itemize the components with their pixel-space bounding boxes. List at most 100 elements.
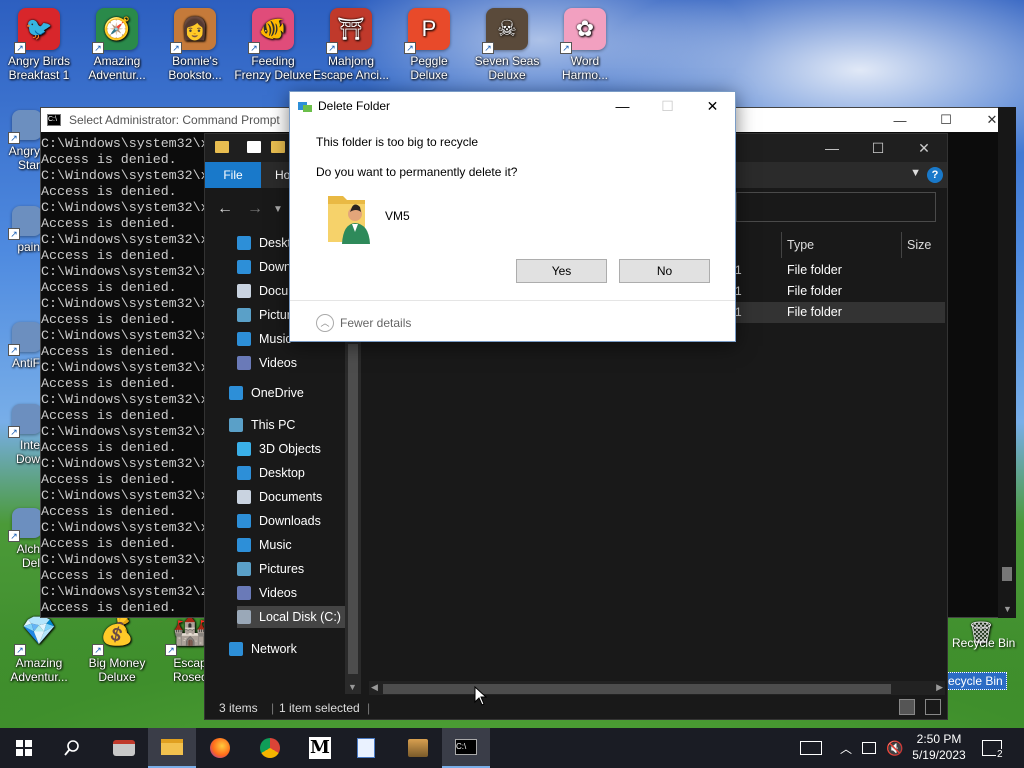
no-button[interactable]: No xyxy=(619,259,710,283)
nav-item[interactable]: Deskt xyxy=(237,232,291,254)
minimize-button[interactable]: — xyxy=(877,108,923,132)
desktop-shortcut[interactable]: 🧭 ↗ Amazing Adventur... xyxy=(78,8,156,82)
minimize-button[interactable]: — xyxy=(600,92,645,120)
nav-item-label: Down xyxy=(259,260,291,274)
desktop-shortcut[interactable]: 👩 ↗ Bonnie's Booksto... xyxy=(156,8,234,82)
chevron-up-icon[interactable]: ︿ xyxy=(316,314,334,332)
windows-start-icon[interactable] xyxy=(0,728,48,768)
scroll-down-arrow-icon[interactable]: ▼ xyxy=(1003,604,1012,614)
cmd-scroll-thumb[interactable] xyxy=(1002,567,1012,581)
nav-item[interactable]: 3D Objects xyxy=(237,438,321,460)
nav-item[interactable]: Videos xyxy=(237,582,297,604)
date-fragment: 1 xyxy=(735,305,742,319)
dialog-title-bar[interactable]: Delete Folder — ☐ ✕ xyxy=(290,92,735,120)
desktop-shortcut[interactable]: 💎 ↗ Amazing Adventur... xyxy=(0,610,78,685)
cmd-output-line: Access is denied. xyxy=(41,504,177,519)
new-folder-icon[interactable] xyxy=(271,141,285,153)
fewer-details-link[interactable]: Fewer details xyxy=(340,316,411,330)
nav-scroll-thumb[interactable] xyxy=(348,344,358,674)
nav-item[interactable]: Music xyxy=(237,534,292,556)
column-type[interactable]: Type xyxy=(787,232,814,258)
nav-item[interactable]: Music xyxy=(237,328,292,350)
search-box[interactable] xyxy=(736,192,936,222)
file-explorer-icon[interactable] xyxy=(148,728,196,768)
chevron-down-icon[interactable]: ▼ xyxy=(910,167,921,179)
shortcut-arrow-icon: ↗ xyxy=(248,42,260,54)
hscroll-thumb[interactable] xyxy=(383,684,891,694)
news-icon[interactable] xyxy=(800,728,822,768)
chevron-up-icon[interactable]: ︿ xyxy=(840,728,852,768)
cmd-prompt-line: C:\Windows\system32\x xyxy=(41,168,209,183)
angry-birds-star-icon: ↗ xyxy=(8,110,42,144)
nav-item[interactable]: Pictures xyxy=(237,558,304,580)
notepad-icon[interactable] xyxy=(342,728,390,768)
desktop-shortcut[interactable]: P ↗ Peggle Deluxe xyxy=(390,8,468,82)
details-view-icon[interactable] xyxy=(899,699,915,715)
network-icon[interactable] xyxy=(862,728,876,768)
cmd-prompt-line: C:\Windows\system32\x xyxy=(41,488,209,503)
recent-locations-icon[interactable]: ▼ xyxy=(273,204,283,215)
file-type: File folder xyxy=(787,305,842,319)
desktop-shortcut[interactable]: 💰 ↗ Big Money Deluxe xyxy=(78,610,156,685)
file-tab[interactable]: File xyxy=(205,162,261,188)
nav-item[interactable]: Downloads xyxy=(237,510,321,532)
desktop-shortcut[interactable]: ☠ ↗ Seven Seas Deluxe xyxy=(468,8,546,82)
nav-item-icon xyxy=(229,386,243,400)
cmd-output[interactable]: C:\Windows\system32\x Access is denied. C:… xyxy=(41,136,211,616)
help-icon[interactable]: ? xyxy=(927,167,943,183)
properties-icon[interactable] xyxy=(247,141,261,153)
nav-item[interactable]: Videos xyxy=(237,352,297,374)
cmd-prompt-line: C:\Windows\system32\z xyxy=(41,584,209,599)
nav-item[interactable]: Local Disk (C:) xyxy=(237,606,345,628)
nav-item[interactable]: Desktop xyxy=(237,462,305,484)
forward-arrow-icon[interactable]: → xyxy=(247,200,263,218)
scroll-down-arrow-icon[interactable]: ▼ xyxy=(348,682,357,692)
clock-time: 2:50 PM xyxy=(916,732,962,746)
chrome-icon[interactable] xyxy=(246,728,294,768)
large-icons-view-icon[interactable] xyxy=(925,699,941,715)
column-separator[interactable] xyxy=(901,232,902,258)
scroll-left-arrow-icon[interactable]: ◀ xyxy=(371,682,378,693)
nav-item[interactable]: Down xyxy=(237,256,291,278)
nav-item-label: Music xyxy=(259,332,292,346)
shortcut-arrow-icon: ↗ xyxy=(170,42,182,54)
maximize-button[interactable]: ☐ xyxy=(855,134,901,162)
back-arrow-icon[interactable]: ← xyxy=(217,200,233,218)
yes-button[interactable]: Yes xyxy=(516,259,607,283)
nav-item-icon xyxy=(237,442,251,456)
nav-item-label: Docu xyxy=(259,284,289,298)
scroll-right-arrow-icon[interactable]: ▶ xyxy=(936,682,943,693)
close-button[interactable]: ✕ xyxy=(901,134,947,162)
desktop-shortcut[interactable]: ✿ ↗ Word Harmo... xyxy=(546,8,624,82)
cmd-icon[interactable]: C:\ xyxy=(442,728,490,768)
winrar-icon[interactable] xyxy=(394,728,442,768)
search-icon[interactable] xyxy=(48,728,96,768)
nav-item[interactable]: This PC xyxy=(229,414,295,436)
close-button[interactable]: ✕ xyxy=(690,92,735,120)
column-size[interactable]: Size xyxy=(907,232,931,258)
clock[interactable]: 2:50 PM 5/19/2023 xyxy=(906,731,972,763)
nav-item[interactable]: Network xyxy=(229,638,297,660)
cmd-prompt-line: C:\Windows\system32\x xyxy=(41,392,209,407)
desktop-shortcut[interactable]: ⛩ ↗ Mahjong Escape Anci... xyxy=(312,8,390,82)
shortcut-arrow-icon: ↗ xyxy=(92,644,104,656)
maximize-button[interactable]: ☐ xyxy=(923,108,969,132)
recycle-bin-icon[interactable]: 🗑 xyxy=(946,612,1016,658)
nav-item[interactable]: OneDrive xyxy=(229,382,304,404)
notification-icon[interactable]: 2 xyxy=(982,728,1010,768)
cmd-scrollbar[interactable]: ▼ xyxy=(998,107,1016,618)
status-divider: | xyxy=(367,701,371,715)
nav-item[interactable]: Docu xyxy=(237,280,288,302)
minimize-button[interactable]: — xyxy=(809,134,855,162)
column-separator[interactable] xyxy=(781,232,782,258)
nav-item[interactable]: Pictur xyxy=(237,304,291,326)
desktop-shortcut[interactable]: 🐠 ↗ Feeding Frenzy Deluxe xyxy=(234,8,312,82)
ie-cleaner-icon[interactable] xyxy=(100,728,148,768)
firefox-icon[interactable] xyxy=(196,728,244,768)
volume-muted-icon[interactable]: 🔇 xyxy=(886,728,903,768)
desktop-shortcut[interactable]: 🐦 ↗ Angry Birds Breakfast 1 xyxy=(0,8,78,82)
delete-folder-dialog[interactable]: Delete Folder — ☐ ✕ This folder is too b… xyxy=(289,91,736,342)
nav-item[interactable]: Documents xyxy=(237,486,322,508)
m-app-icon[interactable]: M xyxy=(296,728,344,768)
taskbar: M C:\ ︿ 🔇 2:50 PM 5/19/2023 2 xyxy=(0,728,1024,768)
